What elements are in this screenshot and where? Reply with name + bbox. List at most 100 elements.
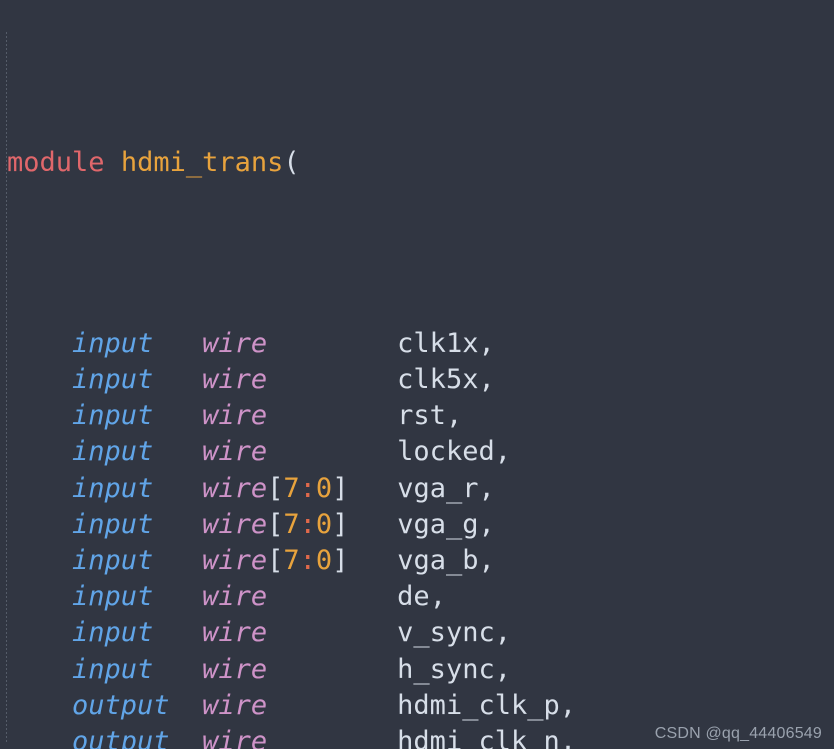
comma: , bbox=[559, 725, 576, 749]
port-type-keyword: wire bbox=[202, 364, 268, 395]
comma: , bbox=[478, 544, 495, 576]
range-msb: 7 bbox=[283, 508, 300, 540]
close-bracket: ] bbox=[332, 508, 349, 540]
port-type-keyword: wire bbox=[202, 653, 268, 685]
code-line-port[interactable]: input wire clk5x, bbox=[0, 362, 592, 398]
module-name: hdmi_trans bbox=[120, 146, 284, 178]
port-name: clk1x bbox=[397, 327, 479, 359]
port-direction-keyword: input bbox=[72, 544, 154, 576]
open-bracket: [ bbox=[267, 508, 284, 540]
open-paren: ( bbox=[283, 146, 300, 178]
port-type-keyword: wire bbox=[202, 544, 268, 576]
code-line-port[interactable]: input wire[7:0] vga_r, bbox=[0, 471, 592, 507]
comma: , bbox=[559, 689, 576, 721]
comma: , bbox=[445, 400, 463, 432]
port-name: hdmi_clk_n bbox=[397, 725, 560, 749]
code-line-port[interactable]: input wire locked, bbox=[0, 434, 592, 470]
port-type-keyword: wire bbox=[202, 508, 268, 540]
code-line-port[interactable]: input wire[7:0] vga_b, bbox=[0, 543, 592, 579]
port-name: de bbox=[397, 581, 430, 613]
code-line-port[interactable]: input wire rst, bbox=[0, 398, 592, 434]
range-colon: : bbox=[299, 544, 316, 576]
code-line-port[interactable]: input wire clk1x, bbox=[0, 326, 592, 362]
port-direction-keyword: input bbox=[72, 581, 154, 613]
code-line-port[interactable]: input wire h_sync, bbox=[0, 652, 592, 688]
close-bracket: ] bbox=[332, 544, 349, 576]
code-line-module-header[interactable]: module hdmi_trans( bbox=[0, 145, 592, 181]
port-direction-keyword: input bbox=[72, 653, 154, 685]
port-name: locked bbox=[397, 436, 495, 468]
port-name: hdmi_clk_p bbox=[397, 689, 560, 721]
port-type-keyword: wire bbox=[202, 725, 268, 749]
range-lsb: 0 bbox=[315, 508, 333, 540]
port-name: vga_r bbox=[397, 472, 479, 504]
port-direction-keyword: input bbox=[72, 327, 154, 359]
port-type-keyword: wire bbox=[202, 689, 268, 721]
port-name: v_sync bbox=[397, 617, 495, 649]
comma: , bbox=[478, 472, 495, 504]
port-direction-keyword: input bbox=[72, 508, 154, 540]
code-line-port[interactable]: output wire hdmi_clk_p, bbox=[0, 688, 592, 724]
comma: , bbox=[494, 617, 511, 649]
csdn-watermark: CSDN @qq_44406549 bbox=[654, 725, 822, 742]
port-direction-keyword: output bbox=[72, 725, 170, 749]
port-direction-keyword: input bbox=[72, 364, 154, 395]
port-name: vga_b bbox=[397, 544, 479, 576]
port-name: h_sync bbox=[397, 653, 495, 685]
range-lsb: 0 bbox=[315, 544, 333, 576]
range-colon: : bbox=[299, 472, 316, 504]
port-type-keyword: wire bbox=[202, 327, 268, 359]
port-name: vga_g bbox=[397, 508, 479, 540]
port-type-keyword: wire bbox=[202, 400, 268, 432]
comma: , bbox=[429, 581, 446, 613]
code-text-block[interactable]: module hdmi_trans( input wire clk1x, inp… bbox=[0, 0, 592, 749]
code-line-port[interactable]: output wire hdmi_clk_n, bbox=[0, 724, 592, 749]
port-type-keyword: wire bbox=[202, 617, 268, 649]
port-name: clk5x bbox=[397, 364, 479, 395]
code-line-port[interactable]: input wire de, bbox=[0, 579, 592, 615]
code-editor-viewport[interactable]: module hdmi_trans( input wire clk1x, inp… bbox=[0, 0, 834, 749]
open-bracket: [ bbox=[267, 544, 284, 576]
port-type-keyword: wire bbox=[202, 581, 268, 613]
code-line-port[interactable]: input wire v_sync, bbox=[0, 615, 592, 651]
comma: , bbox=[494, 653, 511, 685]
comma: , bbox=[478, 364, 495, 395]
open-bracket: [ bbox=[267, 472, 284, 504]
port-direction-keyword: input bbox=[72, 472, 154, 504]
keyword-module: module bbox=[7, 146, 105, 178]
range-msb: 7 bbox=[283, 544, 300, 576]
code-line-port[interactable]: input wire[7:0] vga_g, bbox=[0, 507, 592, 543]
